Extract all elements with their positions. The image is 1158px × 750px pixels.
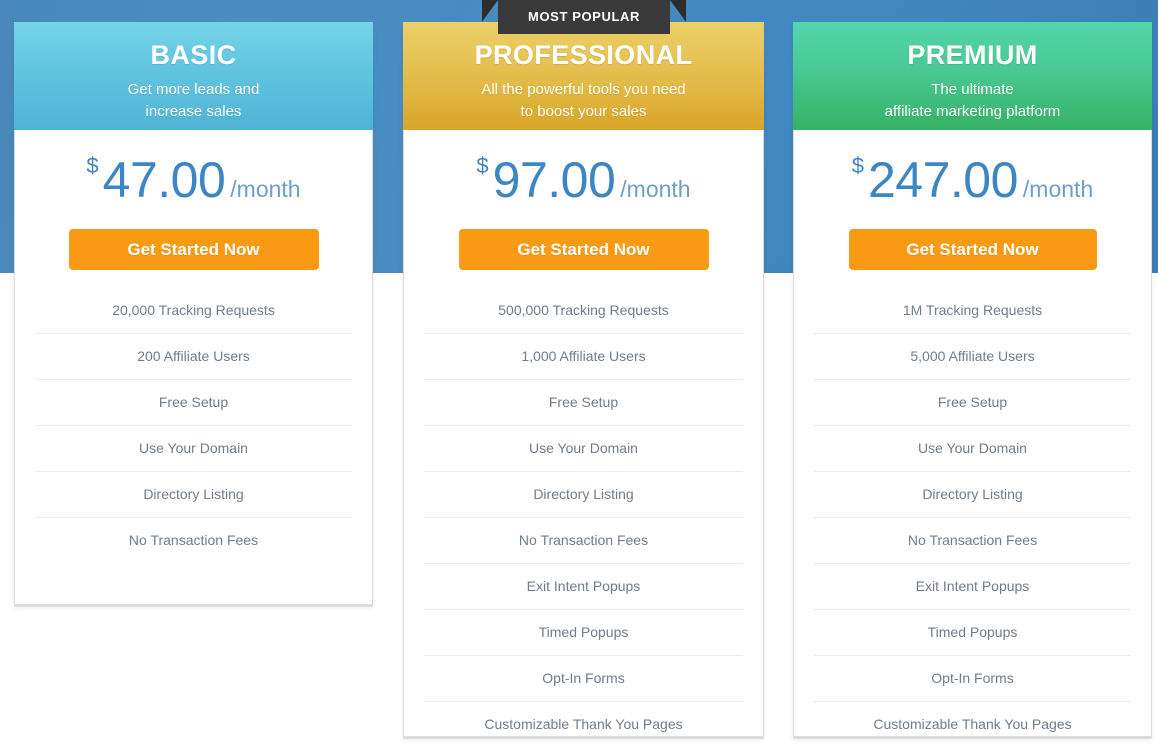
cta-wrap-premium: Get Started Now [794,205,1151,270]
list-item: Customizable Thank You Pages [873,716,1072,732]
list-item: Free Setup [35,380,352,426]
plan-tagline-line1: The ultimate [931,81,1014,98]
plan-tagline-line2: affiliate marketing platform [884,103,1061,120]
price-currency-premium: $ [851,153,864,178]
price-row-professional: $97.00/month [404,130,763,208]
price-amount-basic: 47.00 [102,152,226,208]
price-amount-professional: 97.00 [492,152,616,208]
ribbon-tail-right-icon [670,0,686,22]
list-item: No Transaction Fees [424,518,743,564]
price-row-basic: $47.00/month [15,130,372,208]
list-item: Timed Popups [814,610,1131,656]
price-row-premium: $247.00/month [794,130,1151,208]
cta-wrap-professional: Get Started Now [404,205,763,270]
list-item: Directory Listing [424,472,743,518]
list-item: Free Setup [424,380,743,426]
pricing-card-premium: PREMIUM The ultimate affiliate marketing… [793,22,1152,737]
feature-list-premium: 1M Tracking Requests 5,000 Affiliate Use… [814,288,1131,747]
cta-wrap-basic: Get Started Now [15,205,372,270]
price-period-basic: /month [230,176,301,202]
list-item: Exit Intent Popups [424,564,743,610]
list-item: Free Setup [814,380,1131,426]
list-item: 5,000 Affiliate Users [814,334,1131,380]
plan-tagline-line2: to boost your sales [520,103,647,120]
plan-name-premium: PREMIUM [907,40,1038,70]
price-period-premium: /month [1022,176,1094,202]
plan-name-professional: PROFESSIONAL [474,40,693,70]
feature-list-basic: 20,000 Tracking Requests 200 Affiliate U… [35,288,352,563]
plan-tagline-professional: All the powerful tools you need to boost… [403,69,764,123]
plan-name-basic: BASIC [150,40,237,70]
list-item: Exit Intent Popups [814,564,1131,610]
price-amount-premium: 247.00 [867,152,1018,208]
plan-tagline-line1: All the powerful tools you need [481,81,686,98]
price-period-professional: /month [620,176,691,202]
pricing-table: BASIC Get more leads and increase sales … [0,0,1158,750]
pricing-card-basic: BASIC Get more leads and increase sales … [14,22,373,605]
get-started-button-basic[interactable]: Get Started Now [68,229,319,270]
list-item: No Transaction Fees [814,518,1131,564]
plan-tagline-premium: The ultimate affiliate marketing platfor… [793,69,1152,123]
plan-tagline-line1: Get more leads and [127,81,260,98]
list-item: Opt-In Forms [424,656,743,702]
price-currency-professional: $ [476,153,489,178]
card-header-professional: PROFESSIONAL All the powerful tools you … [403,22,764,130]
ribbon-tail-left-icon [482,0,498,22]
list-item: 1,000 Affiliate Users [424,334,743,380]
pricing-card-professional: PROFESSIONAL All the powerful tools you … [403,22,764,737]
plan-tagline-line2: increase sales [145,103,242,120]
card-header-premium: PREMIUM The ultimate affiliate marketing… [793,22,1152,130]
list-item: Timed Popups [424,610,743,656]
list-item: Directory Listing [814,472,1131,518]
list-item: 500,000 Tracking Requests [424,288,743,334]
list-item: Directory Listing [35,472,352,518]
price-currency-basic: $ [86,153,99,178]
get-started-button-professional[interactable]: Get Started Now [458,229,709,270]
list-item: Opt-In Forms [814,656,1131,702]
list-item: Customizable Thank You Pages [484,716,683,732]
list-item: Use Your Domain [424,426,743,472]
list-item: No Transaction Fees [128,532,259,548]
list-item: 1M Tracking Requests [814,288,1131,334]
card-header-basic: BASIC Get more leads and increase sales [14,22,373,130]
list-item: Use Your Domain [814,426,1131,472]
list-item: 20,000 Tracking Requests [35,288,352,334]
get-started-button-premium[interactable]: Get Started Now [848,229,1097,270]
list-item: Use Your Domain [35,426,352,472]
feature-list-professional: 500,000 Tracking Requests 1,000 Affiliat… [424,288,743,747]
plan-tagline-basic: Get more leads and increase sales [14,69,373,123]
list-item: 200 Affiliate Users [35,334,352,380]
